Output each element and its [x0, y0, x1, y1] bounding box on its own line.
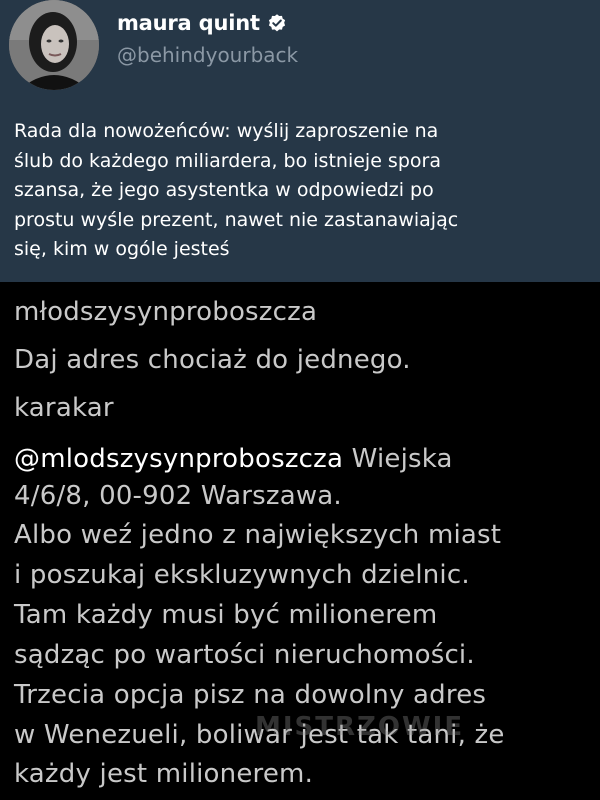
comment-text: Tam każdy musi być milionerem — [14, 600, 438, 630]
watermark-logo: MISTRZOWIE — [255, 712, 465, 742]
tweet-text-line: Rada dla nowożeńców: wyślij zaproszenie … — [14, 120, 439, 142]
author-handle[interactable]: @behindyourback — [117, 43, 298, 67]
author-name[interactable]: maura quint — [117, 11, 287, 35]
tweet-text-line: się, kim w ogóle jesteś — [14, 238, 230, 260]
user-mention-link[interactable]: @mlodszysynproboszcza — [14, 444, 343, 474]
avatar[interactable] — [9, 0, 99, 90]
author-name-text[interactable]: maura quint — [117, 11, 260, 35]
comment-first-line: @mlodszysynproboszcza Wiejska — [14, 444, 453, 474]
comment-text: i poszukaj ekskluzywnych dzielnic. — [14, 560, 470, 590]
tweet-text: Rada dla nowożeńców: wyślij zaproszenie … — [14, 117, 584, 265]
tweet-text-line: ślub do każdego miliardera, bo istnieje … — [14, 149, 441, 172]
comment-text: sądząc po wartości nieruchomości. — [14, 640, 475, 670]
comment-text: 4/6/8, 00-902 Warszawa. — [14, 481, 342, 511]
comments-section: młodszysynproboszcza Daj adres chociaż d… — [0, 282, 600, 800]
tweet-card: maura quint @behindyourback Rada dla now… — [0, 0, 600, 282]
comment-text: każdy jest milionerem. — [14, 759, 314, 789]
comment-text: Trzecia opcja pisz na dowolny adres — [14, 680, 487, 710]
comment-text: Daj adres chociaż do jednego. — [14, 345, 411, 375]
comment-text: Wiejska — [343, 444, 453, 474]
tweet-text-line: szansa, że jego asystentka w odpowiedzi … — [14, 179, 434, 201]
comment-text: Albo weź jedno z największych miast — [14, 520, 502, 550]
comment-username[interactable]: karakar — [14, 393, 114, 423]
tweet-text-line: prostu wyśle prezent, nawet nie zastanaw… — [14, 208, 459, 231]
verified-badge-icon — [267, 13, 287, 33]
comment-username[interactable]: młodszysynproboszcza — [14, 297, 317, 327]
